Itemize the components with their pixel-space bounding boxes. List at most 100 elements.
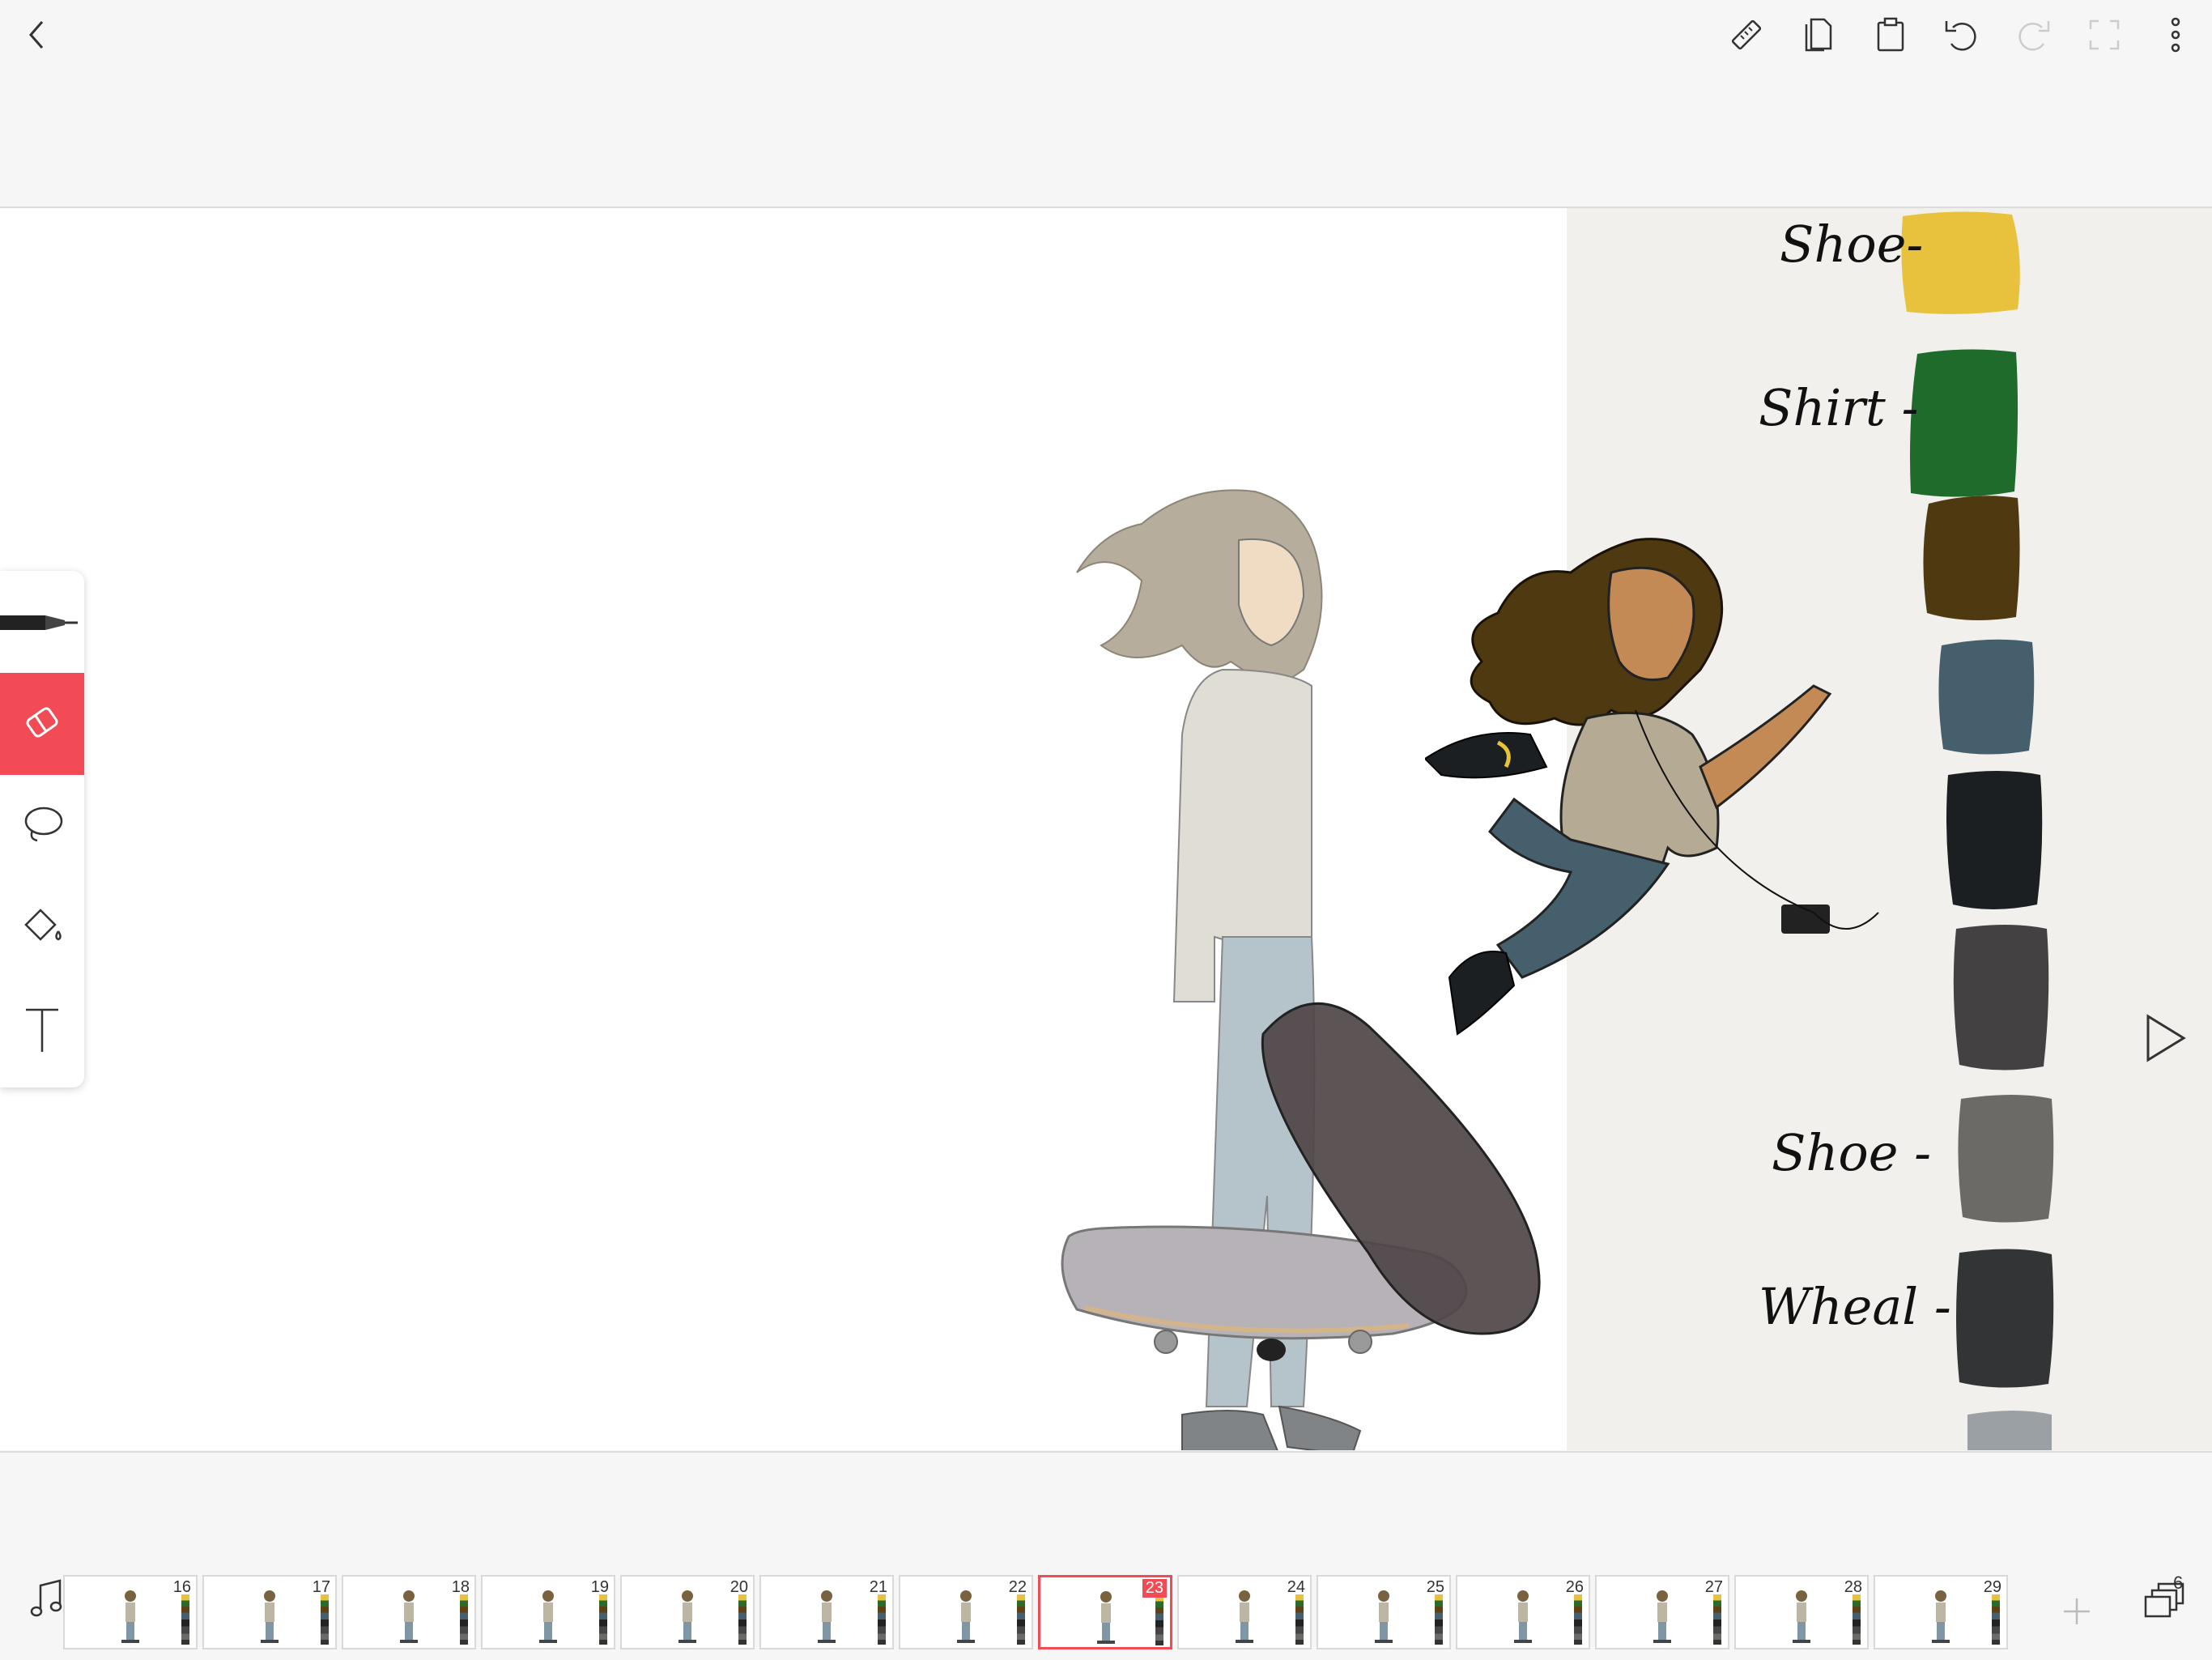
frame-palette-thumbnail (738, 1594, 747, 1645)
undo-button[interactable] (1942, 15, 1982, 55)
timeline-frame[interactable]: 27 (1595, 1575, 1729, 1649)
palette-label-wheal: Wheal - (1759, 1277, 1951, 1336)
pen-tool[interactable] (0, 571, 84, 673)
timeline-frame[interactable]: 25 (1317, 1575, 1451, 1649)
swatch-light-gray (1967, 1411, 2052, 1450)
swatch-black (1946, 771, 2043, 909)
lasso-icon (24, 807, 63, 842)
play-button[interactable] (2142, 1010, 2190, 1066)
drawing-canvas[interactable]: Shoe- Shirt - Shoe - Wheal - (0, 208, 2212, 1450)
more-options-button[interactable] (2155, 15, 2196, 55)
lasso-tool[interactable] (0, 775, 84, 877)
frame-thumbnail (1793, 1590, 1810, 1645)
tool-panel (0, 571, 84, 1088)
timeline-frame[interactable]: 16 (63, 1575, 198, 1649)
frame-thumbnail (957, 1590, 975, 1645)
frame-thumbnail (261, 1590, 279, 1645)
swatch-shirt-green (1910, 349, 2018, 497)
timeline-frame[interactable]: 20 (620, 1575, 755, 1649)
frame-palette-thumbnail (1574, 1594, 1582, 1645)
audio-button[interactable] (29, 1579, 65, 1620)
frame-number: 27 (1704, 1578, 1723, 1596)
more-icon (2171, 17, 2180, 53)
frame-palette-thumbnail (1295, 1594, 1304, 1645)
timeline-frame[interactable]: 18 (342, 1575, 476, 1649)
back-button[interactable] (16, 15, 57, 55)
frame-thumbnail (1236, 1590, 1253, 1645)
paste-button[interactable] (1870, 15, 1911, 55)
frame-thumbnail (539, 1590, 557, 1645)
timeline-frame[interactable]: 22 (899, 1575, 1033, 1649)
timeline-frame[interactable]: 21 (759, 1575, 894, 1649)
add-frame-button[interactable] (2061, 1595, 2093, 1628)
frame-number: 16 (172, 1578, 191, 1596)
palette-label-shoe-top: Shoe- (1780, 215, 1924, 274)
eraser-icon (26, 707, 58, 738)
frame-palette-thumbnail (599, 1594, 607, 1645)
frame-number: 25 (1426, 1578, 1444, 1596)
copy-icon (1805, 18, 1832, 52)
frame-palette-thumbnail (1435, 1594, 1443, 1645)
ruler-icon (1731, 19, 1762, 50)
timeline-frame[interactable]: 19 (481, 1575, 615, 1649)
swatch-wheel-charcoal (1956, 1249, 2054, 1388)
top-toolbar (0, 0, 2212, 208)
frame-thumbnail (1514, 1590, 1532, 1645)
frame-palette-thumbnail (321, 1594, 329, 1645)
timeline-frame[interactable]: 26 (1456, 1575, 1590, 1649)
frame-thumbnail (121, 1590, 139, 1645)
frame-thumbnail (678, 1590, 696, 1645)
ruler-button[interactable] (1726, 15, 1767, 55)
frame-number: 26 (1565, 1578, 1584, 1596)
fullscreen-button[interactable] (2084, 15, 2125, 55)
timeline-frame[interactable]: 24 (1177, 1575, 1312, 1649)
paint-bucket-icon (24, 909, 62, 941)
text-icon (26, 1008, 58, 1052)
text-tool[interactable] (0, 979, 84, 1081)
redo-button[interactable] (2013, 15, 2053, 55)
frame-number: 17 (312, 1578, 330, 1596)
timeline-frame[interactable]: 17 (202, 1575, 337, 1649)
frame-number: 28 (1844, 1578, 1862, 1596)
copy-button[interactable] (1799, 15, 1840, 55)
paste-icon (1877, 17, 1904, 52)
frame-number: 18 (451, 1578, 470, 1596)
frame-number: 19 (590, 1578, 609, 1596)
timeline-frame[interactable]: 23 (1038, 1575, 1172, 1649)
frame-palette-thumbnail (878, 1594, 886, 1645)
timeline-frame[interactable]: 28 (1734, 1575, 1869, 1649)
undo-icon (1945, 21, 1976, 51)
frame-palette-thumbnail (1713, 1594, 1721, 1645)
swatch-shoe-gray (1958, 1095, 2054, 1223)
fill-tool[interactable] (0, 877, 84, 979)
frame-thumbnail (1653, 1590, 1671, 1645)
frame-palette-thumbnail (1992, 1594, 2000, 1645)
eraser-tool[interactable] (0, 673, 84, 775)
timeline-frame[interactable]: 29 (1874, 1575, 2008, 1649)
frame-thumbnail (1375, 1590, 1393, 1645)
falling-figure (1425, 538, 1879, 1036)
play-icon (2146, 1014, 2186, 1062)
frame-thumbnail (400, 1590, 418, 1645)
frame-number: 24 (1287, 1578, 1305, 1596)
palette-label-shirt: Shirt - (1759, 378, 1919, 437)
redo-icon (2018, 21, 2050, 51)
frame-palette-thumbnail (460, 1594, 468, 1645)
frame-number: 22 (1008, 1578, 1027, 1596)
music-note-icon (30, 1579, 62, 1617)
frame-palette-thumbnail (1017, 1594, 1025, 1645)
plus-icon (2064, 1598, 2090, 1624)
frame-thumbnail (1097, 1590, 1115, 1645)
pen-icon (0, 615, 78, 630)
frame-number: 29 (1983, 1578, 2001, 1596)
layers-count: 6 (2173, 1573, 2184, 1593)
frame-palette-thumbnail (1853, 1594, 1861, 1645)
fullscreen-icon (2089, 19, 2120, 50)
swatch-board-dark (1953, 925, 2049, 1070)
frame-number: 23 (1142, 1579, 1167, 1598)
frame-number: 20 (730, 1578, 748, 1596)
frame-thumbnail (1932, 1590, 1950, 1645)
falling-shoe-top (1425, 732, 1548, 779)
chevron-left-icon (29, 21, 44, 49)
frame-palette-thumbnail (1155, 1595, 1163, 1645)
